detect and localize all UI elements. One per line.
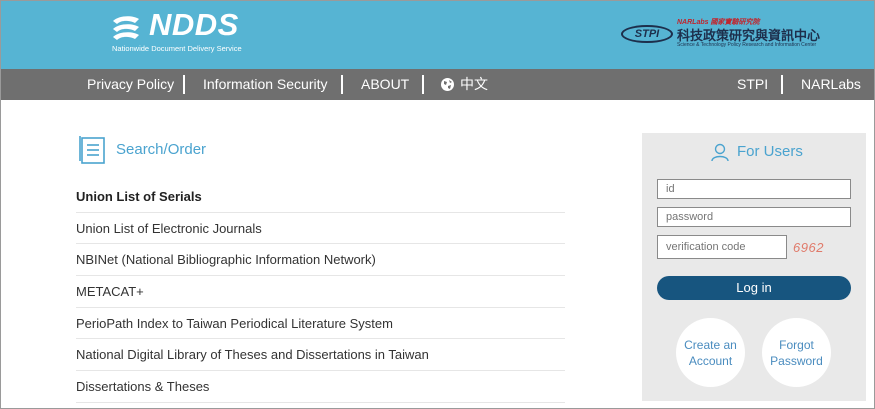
document-icon [79, 136, 105, 164]
stpi-name-en: Science & Technology Policy Research and… [677, 42, 817, 48]
link-metacat[interactable]: METACAT+ [76, 276, 565, 308]
link-dissertations-theses[interactable]: Dissertations & Theses [76, 371, 565, 403]
link-nbinet[interactable]: NBINet (National Bibliographic Informati… [76, 244, 565, 277]
logo-text: NDDS [149, 7, 239, 42]
globe-icon [441, 78, 454, 91]
create-account-label: Create an Account [684, 337, 737, 368]
ndds-logo[interactable]: NDDS Nationwide Document Delivery Servic… [109, 7, 269, 57]
nav-divider [781, 75, 783, 94]
link-periopath[interactable]: PerioPath Index to Taiwan Periodical Lit… [76, 308, 565, 340]
ndds-logo-mark-icon [113, 16, 139, 40]
nav-privacy-policy[interactable]: Privacy Policy [87, 69, 174, 100]
user-icon [711, 143, 729, 161]
verification-code-input[interactable] [657, 235, 787, 259]
id-input[interactable] [657, 179, 851, 199]
for-users-title: For Users [737, 143, 803, 160]
password-input[interactable] [657, 207, 851, 227]
page-frame: NDDS Nationwide Document Delivery Servic… [0, 0, 875, 409]
forgot-password-label: Forgot Password [770, 337, 823, 368]
nav-divider [341, 75, 343, 94]
link-union-list-electronic-journals[interactable]: Union List of Electronic Journals [76, 213, 565, 245]
nav-divider [422, 75, 424, 94]
nav-about[interactable]: ABOUT [361, 69, 409, 100]
stpi-badge: STPI [621, 25, 673, 43]
logo-subtitle: Nationwide Document Delivery Service [112, 44, 242, 53]
nav-language-label: 中文 [460, 76, 488, 92]
login-panel: For Users 6962 Log in Create an Account … [642, 133, 866, 401]
search-order-title: Search/Order [116, 141, 207, 158]
nav-information-security[interactable]: Information Security [203, 69, 328, 100]
site-header: NDDS Nationwide Document Delivery Servic… [1, 1, 874, 69]
login-button[interactable]: Log in [657, 276, 851, 300]
captcha-image[interactable]: 6962 [793, 240, 824, 255]
nav-language-chinese[interactable]: 中文 [441, 69, 488, 100]
search-link-list: Union List of Serials Union List of Elec… [76, 181, 565, 403]
stpi-logo[interactable]: STPI NARLabs 國家實驗研究院 科技政策研究與資訊中心 Science… [621, 15, 841, 51]
top-nav: Privacy Policy Information Security ABOU… [1, 69, 874, 100]
link-union-list-of-serials[interactable]: Union List of Serials [76, 181, 565, 213]
nav-narlabs[interactable]: NARLabs [801, 69, 861, 100]
nav-divider [183, 75, 185, 94]
forgot-password-button[interactable]: Forgot Password [762, 318, 831, 387]
link-ndltd[interactable]: National Digital Library of Theses and D… [76, 339, 565, 372]
create-account-button[interactable]: Create an Account [676, 318, 745, 387]
nav-stpi[interactable]: STPI [737, 69, 768, 100]
